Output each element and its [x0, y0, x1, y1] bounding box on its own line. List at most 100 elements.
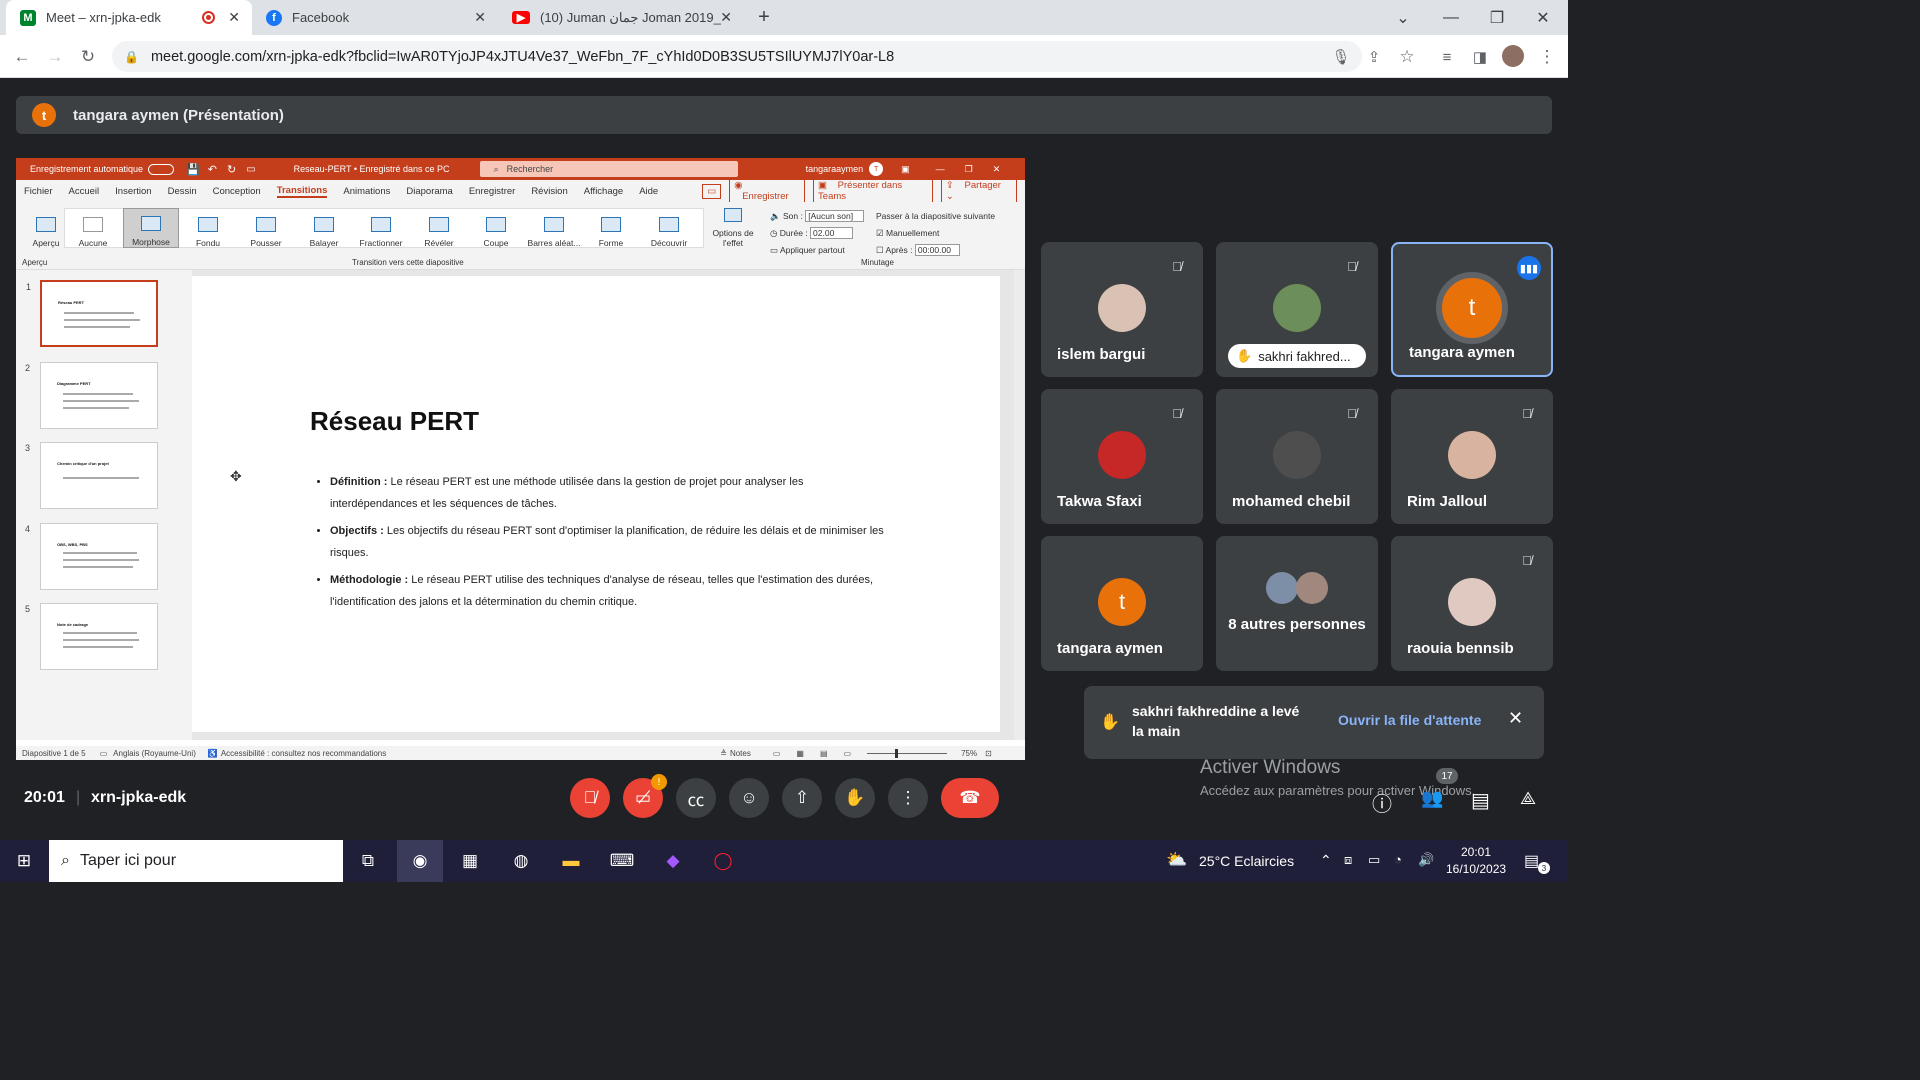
chrome-icon[interactable]: ◉ — [406, 848, 434, 874]
transition-forme[interactable]: Forme — [583, 208, 639, 248]
close-tab-icon[interactable]: ✕ — [228, 9, 240, 26]
people-icon[interactable]: 👥 — [1421, 788, 1443, 809]
volume-icon[interactable]: 🔊 — [1418, 852, 1434, 868]
taskbar-search-box[interactable]: ⌕ Taper ici pour — [49, 840, 343, 882]
profile-avatar[interactable] — [1502, 45, 1524, 67]
side-panel-icon[interactable]: ◨ — [1466, 43, 1494, 71]
ppt-restore-button[interactable]: ❐ — [965, 164, 973, 175]
reading-view-icon[interactable]: ▤ — [820, 749, 828, 758]
others-tile[interactable]: 8 autres personnes — [1216, 536, 1378, 671]
menu-diaporama[interactable]: Diaporama — [406, 186, 452, 197]
raise-hand-button[interactable]: ✋ — [835, 778, 875, 818]
transition-aucune[interactable]: Aucune — [65, 208, 121, 248]
tab-youtube[interactable]: ▶ (10) Juman جمان Joman 2019_ E ✕ — [498, 0, 744, 35]
participant-tile[interactable]: t tangara aymen — [1041, 536, 1203, 671]
microphone-toggle-button[interactable]: 🎙̸ — [570, 778, 610, 818]
opera-icon[interactable]: ◯ — [709, 848, 737, 874]
menu-revision[interactable]: Révision — [531, 186, 567, 197]
zoom-thumb[interactable] — [895, 748, 899, 758]
transition-decouvrir[interactable]: Découvrir — [641, 208, 697, 248]
undo-icon[interactable]: ↶ — [208, 163, 217, 176]
media-control-icon[interactable]: ≡ — [1433, 43, 1461, 71]
notes-button[interactable]: Notes — [730, 749, 751, 758]
normal-view-icon[interactable]: ▭ — [773, 749, 781, 758]
present-teams-button[interactable]: ▣ Présenter dans Teams — [813, 178, 933, 204]
edge-icon[interactable]: ◍ — [507, 848, 535, 874]
save-icon[interactable]: 💾 — [186, 163, 200, 176]
bookmark-star-icon[interactable]: ☆ — [1393, 43, 1421, 71]
windows-start-icon[interactable]: ⊞ — [10, 848, 38, 874]
zoom-slider[interactable] — [867, 748, 948, 758]
ppt-close-button[interactable]: ✕ — [993, 164, 1001, 175]
back-button[interactable]: ← — [8, 43, 36, 71]
open-queue-link[interactable]: Ouvrir la file d'attente — [1338, 712, 1481, 728]
battery-icon[interactable]: ▭ — [1368, 852, 1380, 868]
participant-tile[interactable]: 🎙̸ raouia bennsib — [1391, 536, 1553, 671]
start-slideshow-icon[interactable]: ▭ — [246, 164, 255, 175]
record-button[interactable]: ◉ Enregistrer — [729, 178, 806, 204]
menu-fichier[interactable]: Fichier — [24, 186, 53, 197]
menu-kebab-icon[interactable]: ⋮ — [1533, 43, 1561, 71]
menu-dessin[interactable]: Dessin — [168, 186, 197, 197]
minimize-button[interactable]: — — [1428, 0, 1474, 35]
weather-text[interactable]: 25°C Eclaircies — [1199, 853, 1294, 869]
autosave-toggle[interactable] — [148, 163, 175, 175]
notification-center-icon[interactable]: ▤ — [1524, 851, 1539, 871]
slide-sorter-icon[interactable]: ▦ — [796, 749, 804, 758]
after-checkbox[interactable]: ☐ — [876, 245, 884, 255]
participant-tile[interactable]: 🎙̸ mohamed chebil — [1216, 389, 1378, 524]
transition-pousser[interactable]: Pousser — [238, 208, 294, 248]
zoom-level[interactable]: 75% — [961, 749, 977, 758]
sound-select[interactable]: [Aucun son] — [805, 210, 865, 222]
chat-icon[interactable]: ▤ — [1471, 788, 1490, 813]
wifi-icon[interactable]: ◔ — [1394, 852, 1402, 867]
slide-thumbnail[interactable]: 4 OBS, WBS, PBS — [25, 523, 158, 590]
participant-tile[interactable]: 🎙̸ islem bargui — [1041, 242, 1203, 377]
slide-thumbnail[interactable]: 5 Note de cadrage — [25, 603, 158, 670]
forward-button[interactable]: → — [41, 43, 69, 71]
store-icon[interactable]: ▦ — [456, 848, 484, 874]
tray-meet-icon[interactable]: ⧈ — [1344, 852, 1352, 868]
ribbon-display-icon[interactable]: ▣ — [901, 164, 910, 175]
ppt-search-box[interactable]: ⌕ Rechercher — [479, 161, 738, 177]
status-language[interactable]: Anglais (Royaume-Uni) — [113, 749, 196, 758]
participant-tile-speaking[interactable]: ▮▮▮ t tangara aymen — [1391, 242, 1553, 377]
close-window-button[interactable]: ✕ — [1520, 0, 1566, 35]
participant-tile[interactable]: 🎙̸ Takwa Sfaxi — [1041, 389, 1203, 524]
spellcheck-icon[interactable]: ▭ — [100, 749, 108, 758]
effect-options-button[interactable]: Options de l'effet — [710, 206, 756, 252]
menu-animations[interactable]: Animations — [343, 186, 390, 197]
tab-meet[interactable]: M Meet – xrn-jpka-edk ✕ — [6, 0, 252, 35]
menu-conception[interactable]: Conception — [213, 186, 261, 197]
tray-chevron-icon[interactable]: ⌃ — [1320, 852, 1332, 869]
wps-icon[interactable]: ◆ — [659, 848, 687, 874]
file-explorer-icon[interactable]: ▬ — [557, 848, 585, 874]
fit-slide-icon[interactable]: ⊡ — [985, 749, 992, 758]
share-icon[interactable]: ⇪ — [1360, 43, 1388, 71]
after-input[interactable]: 00:00.00 — [914, 244, 960, 256]
current-slide[interactable]: Réseau PERT Définition : Le réseau PERT … — [192, 276, 1000, 732]
network-app-icon[interactable]: ⌨ — [608, 848, 636, 874]
menu-insertion[interactable]: Insertion — [115, 186, 151, 197]
transition-coupe[interactable]: Coupe — [468, 208, 524, 248]
leave-call-button[interactable]: ☎ — [941, 778, 999, 818]
task-view-icon[interactable]: ⧉ — [354, 848, 382, 874]
restore-button[interactable]: ❐ — [1474, 0, 1520, 35]
duration-input[interactable]: 02.00 — [810, 227, 854, 239]
more-options-button[interactable]: ⋮ — [888, 778, 928, 818]
participant-tile[interactable]: 🎙̸ ✋ sakhri fakhred... — [1216, 242, 1378, 377]
taskbar-clock[interactable]: 20:01 16/10/2023 — [1446, 844, 1506, 878]
comments-icon[interactable]: ▭ — [702, 183, 722, 199]
reactions-button[interactable]: ☺ — [729, 778, 769, 818]
menu-enregistrer[interactable]: Enregistrer — [469, 186, 515, 197]
transition-fondu[interactable]: Fondu — [180, 208, 236, 248]
menu-transitions[interactable]: Transitions — [276, 185, 328, 198]
vertical-scrollbar[interactable] — [1014, 270, 1024, 740]
camera-toggle-button[interactable]: ▭̸! — [623, 774, 667, 818]
transition-balayer[interactable]: Balayer — [296, 208, 352, 248]
menu-aide[interactable]: Aide — [639, 186, 658, 197]
url-field[interactable]: 🔒 meet.google.com/xrn-jpka-edk?fbclid=Iw… — [112, 41, 1362, 72]
meeting-info-icon[interactable]: ⓘ — [1372, 788, 1392, 817]
microphone-icon[interactable]: 🎙 — [1327, 43, 1355, 71]
slide-thumbnail[interactable]: 1 Réseau PERT — [26, 280, 158, 347]
